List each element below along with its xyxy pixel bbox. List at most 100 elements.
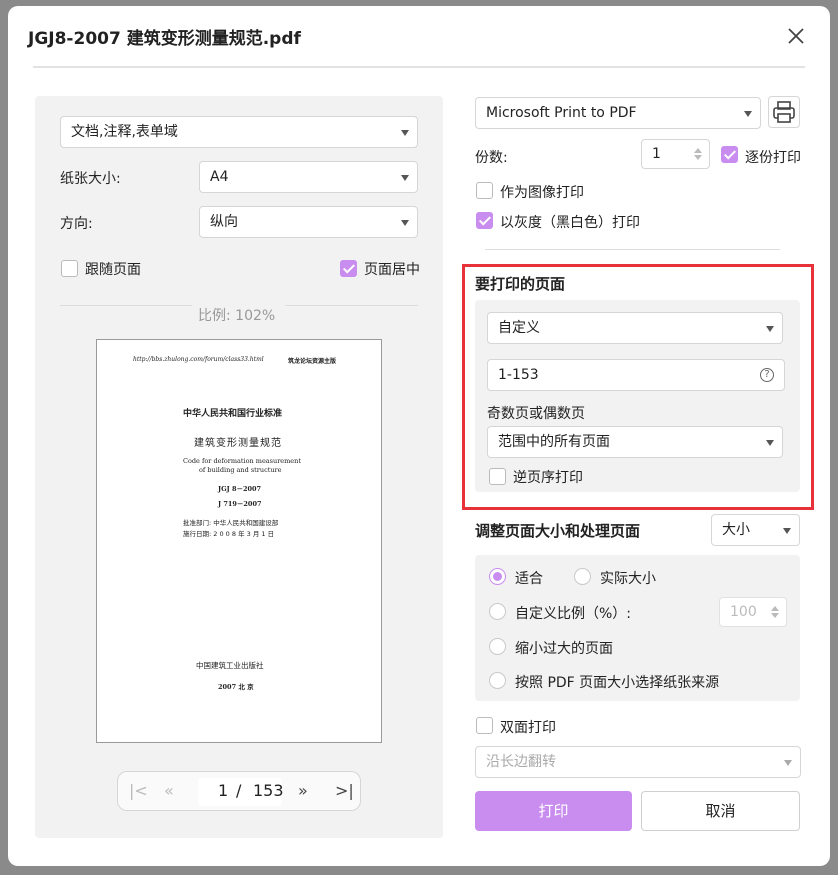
- orientation-select[interactable]: 纵向: [199, 206, 418, 238]
- odd-even-value: 范围中的所有页面: [498, 434, 610, 450]
- page-navigator: |< « 1 / 153 » >|: [117, 771, 361, 811]
- scale-text: 比例: 102%: [198, 308, 276, 324]
- page-separator: /: [236, 781, 242, 800]
- shrink-label: 缩小过大的页面: [515, 641, 613, 657]
- first-page-icon[interactable]: |<: [129, 781, 148, 800]
- last-page-icon[interactable]: >|: [335, 781, 354, 800]
- shrink-radio[interactable]: [489, 638, 506, 655]
- page-mode-select[interactable]: 自定义: [487, 312, 783, 344]
- current-page: 1: [218, 781, 229, 800]
- dialog-title: JGJ8-2007 建筑变形测量规范.pdf: [28, 29, 301, 49]
- center-page-checkbox[interactable]: [340, 260, 357, 277]
- preview-code-1: JGJ 8－2007: [218, 485, 262, 493]
- preview-en-title-2: of building and structure: [199, 466, 282, 474]
- grayscale-checkbox[interactable]: [476, 212, 493, 229]
- preview-publisher: 中国建筑工业出版社: [196, 661, 264, 670]
- print-dialog: JGJ8-2007 建筑变形测量规范.pdf 文档,注释,表单域 纸张大小: A…: [8, 6, 830, 866]
- duplex-checkbox[interactable]: [476, 717, 493, 734]
- decrement-icon[interactable]: [771, 613, 779, 618]
- copies-value: 1: [652, 146, 661, 162]
- preview-code-2: J 719－2007: [218, 500, 262, 508]
- preview-en-title-1: Code for deformation measurement: [183, 457, 301, 465]
- print-button[interactable]: 打印: [475, 791, 632, 831]
- content-select[interactable]: 文档,注释,表单域: [60, 116, 418, 148]
- sizing-section-title: 调整页面大小和处理页面: [475, 522, 641, 540]
- increment-icon[interactable]: [694, 148, 702, 153]
- increment-icon[interactable]: [771, 606, 779, 611]
- duplex-label: 双面打印: [500, 720, 556, 736]
- copies-label: 份数:: [475, 150, 508, 166]
- page-number-field[interactable]: 1 / 153: [198, 778, 284, 806]
- pdf-source-label: 按照 PDF 页面大小选择纸张来源: [515, 675, 720, 691]
- preview-city: 2007 北 京: [218, 683, 254, 691]
- paper-size-value: A4: [210, 169, 229, 185]
- sizing-options-panel: 适合 实际大小 自定义比例（%）: 100 缩小过大的页面 按照 PDF 页面大…: [475, 555, 800, 701]
- printer-select[interactable]: Microsoft Print to PDF: [475, 97, 761, 129]
- chevron-down-icon: [401, 175, 409, 181]
- print-as-image-label: 作为图像打印: [500, 185, 584, 201]
- print-as-image-checkbox[interactable]: [476, 182, 493, 199]
- grayscale-label: 以灰度（黑白色）打印: [500, 215, 640, 231]
- title-divider: [33, 66, 805, 68]
- pages-section-title: 要打印的页面: [475, 275, 566, 293]
- scale-divider-right: [285, 305, 418, 306]
- next-page-icon[interactable]: »: [298, 781, 308, 800]
- flip-select[interactable]: 沿长边翻转: [475, 746, 801, 778]
- pdf-source-radio[interactable]: [489, 672, 506, 689]
- page-range-panel: 自定义 1-153 ? 奇数页或偶数页 范围中的所有页面 逆页序打印: [475, 300, 800, 492]
- reverse-order-checkbox[interactable]: [489, 468, 506, 485]
- fit-radio[interactable]: [489, 568, 506, 585]
- orientation-value: 纵向: [210, 214, 238, 230]
- custom-scale-label: 自定义比例（%）:: [515, 606, 632, 622]
- decrement-icon[interactable]: [694, 155, 702, 160]
- flip-value: 沿长边翻转: [486, 754, 556, 770]
- preview-standard-title: 中华人民共和国行业标准: [183, 409, 283, 419]
- chevron-down-icon: [744, 111, 752, 117]
- chevron-down-icon: [784, 760, 792, 766]
- page-mode-value: 自定义: [498, 320, 540, 336]
- close-button[interactable]: [784, 24, 808, 48]
- reverse-order-label: 逆页序打印: [513, 470, 583, 486]
- collate-checkbox[interactable]: [721, 146, 738, 163]
- chevron-down-icon: [401, 130, 409, 136]
- odd-even-label: 奇数页或偶数页: [487, 406, 585, 422]
- follow-page-checkbox[interactable]: [61, 260, 78, 277]
- page-range-value: 1-153: [498, 367, 539, 383]
- orientation-label: 方向:: [60, 216, 93, 232]
- preview-effective: 施行日期: 2 0 0 8 年 3 月 1 日: [183, 530, 275, 538]
- paper-size-select[interactable]: A4: [199, 161, 418, 193]
- preview-doc-title: 建筑变形测量规范: [194, 438, 282, 449]
- cancel-button[interactable]: 取消: [641, 791, 800, 831]
- preview-header-right: 筑龙论坛资源主版: [288, 358, 337, 365]
- preview-header-url: http://bbs.zhulong.com/forum/class33.htm…: [133, 356, 264, 363]
- content-select-value: 文档,注释,表单域: [71, 124, 178, 140]
- collate-label: 逐份打印: [745, 150, 801, 166]
- chevron-down-icon: [783, 528, 791, 534]
- printer-value: Microsoft Print to PDF: [486, 105, 637, 121]
- printer-icon: [773, 101, 795, 123]
- prev-page-icon[interactable]: «: [164, 781, 174, 800]
- chevron-down-icon: [401, 220, 409, 226]
- chevron-down-icon: [766, 440, 774, 446]
- odd-even-select[interactable]: 范围中的所有页面: [487, 426, 783, 458]
- custom-scale-value: 100: [730, 604, 757, 620]
- actual-size-radio[interactable]: [574, 568, 591, 585]
- actual-size-label: 实际大小: [600, 571, 656, 587]
- close-icon: [788, 28, 804, 44]
- scale-divider-left: [60, 305, 192, 306]
- fit-label: 适合: [515, 571, 543, 587]
- page-preview: http://bbs.zhulong.com/forum/class33.htm…: [96, 339, 382, 743]
- custom-scale-stepper[interactable]: 100: [719, 597, 787, 627]
- options-divider: [485, 249, 780, 250]
- copies-stepper[interactable]: 1: [641, 139, 710, 169]
- sizing-mode-select[interactable]: 大小: [711, 514, 800, 546]
- custom-scale-radio[interactable]: [489, 603, 506, 620]
- paper-size-label: 纸张大小:: [60, 171, 121, 187]
- page-range-input[interactable]: 1-153 ?: [487, 359, 785, 391]
- chevron-down-icon: [766, 326, 774, 332]
- printer-properties-button[interactable]: [768, 96, 800, 128]
- total-pages: 153: [253, 781, 284, 800]
- help-icon[interactable]: ?: [760, 368, 774, 382]
- follow-page-label: 跟随页面: [85, 262, 141, 278]
- sizing-mode-value: 大小: [722, 522, 750, 538]
